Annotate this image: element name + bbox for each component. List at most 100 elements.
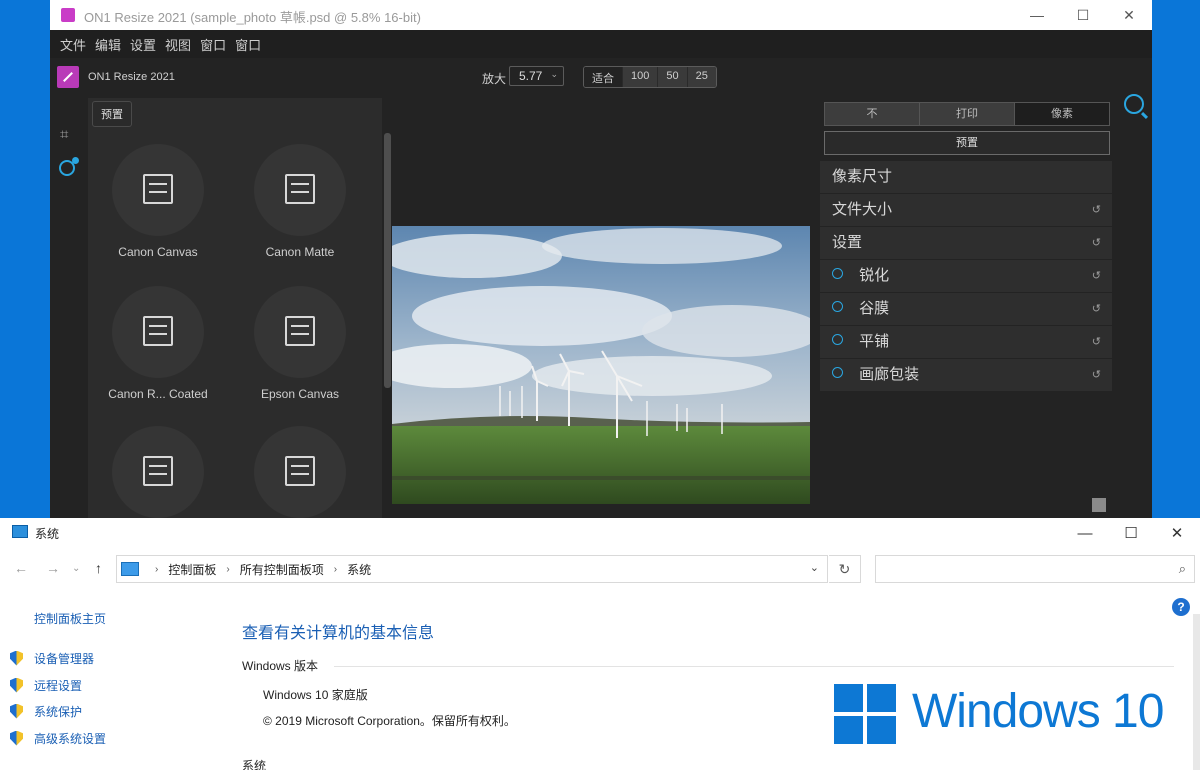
section-file-size[interactable]: 文件大小 ↺ [820,194,1112,226]
enable-radio[interactable] [832,268,843,279]
preset-item[interactable]: Canon R... Coated [88,286,228,401]
forward-arrow-icon[interactable]: → [46,560,60,576]
preset-thumb [112,286,204,378]
tab-none[interactable]: 不 [825,103,919,125]
preset-item[interactable]: Canon Canvas [88,144,228,259]
search-input[interactable]: ⌕ [875,555,1195,583]
preset-thumb [254,286,346,378]
breadcrumb-system[interactable]: 系统 [347,561,371,578]
close-button[interactable]: ✕ [1106,0,1152,30]
preset-thumb [254,426,346,518]
tab-print[interactable]: 打印 [919,103,1014,125]
crop-icon[interactable]: ⌗ [60,126,76,143]
menu-help[interactable]: 窗口 [235,35,261,54]
shield-icon [10,677,23,693]
output-mode-tabs: 不 打印 像素 [824,102,1110,126]
reset-icon[interactable]: ↺ [1092,194,1101,226]
preset-item[interactable] [88,426,228,518]
on1-toolbar: ON1 Resize 2021 放大 5.77 ⌄ 适合 100 50 25 [50,58,1152,114]
preset-settings-icon [143,174,173,204]
reset-icon[interactable]: ↺ [1092,227,1101,259]
section-label: 谷膜 [859,300,890,317]
reset-icon[interactable]: ↺ [1092,260,1101,292]
enable-radio[interactable] [832,334,843,345]
section-pixel-dimensions[interactable]: 像素尺寸 [820,161,1112,193]
preset-item[interactable]: Canon Matte [230,144,370,259]
up-arrow-icon[interactable]: ↑ [95,560,102,576]
section-label: 平铺 [859,333,890,350]
system-protection-link[interactable]: 系统保护 [10,702,82,720]
preset-item[interactable] [230,426,370,518]
link-label: 系统保护 [34,704,83,719]
remote-settings-link[interactable]: 远程设置 [10,676,82,694]
zoom-select[interactable]: 5.77 ⌄ [509,66,564,86]
section-gallery-wrap[interactable]: 画廊包装 ↺ [820,359,1112,391]
preset-label: Epson Canvas [260,387,340,401]
section-film-grain[interactable]: 谷膜 ↺ [820,293,1112,325]
windows-edition-heading: Windows 版本 [242,659,319,673]
on1-window-title: ON1 Resize 2021 (sample_photo 草帳.psd @ 5… [84,10,421,25]
zoom-25-button[interactable]: 25 [686,67,716,87]
section-label: 文件大小 [832,201,893,218]
presets-tab[interactable]: 预置 [92,101,132,127]
history-chevron-icon[interactable]: ⌄ [72,563,80,574]
address-bar[interactable]: › 控制面板 › 所有控制面板项 › 系统 ⌄ [116,555,828,583]
system-window: 系统 — ☐ ✕ ← → ⌄ ↑ › 控制面板 › 所有控制面板项 › 系统 ⌄… [0,518,1200,770]
preset-settings-icon [285,174,315,204]
menu-settings[interactable]: 设置 [130,35,156,54]
copyright-text: © 2019 Microsoft Corporation。保留所有权利。 [263,714,516,728]
enable-radio[interactable] [832,367,843,378]
presets-scrollbar[interactable] [384,133,391,388]
monitor-icon [12,525,28,538]
maximize-button[interactable]: ☐ [1108,520,1154,546]
breadcrumb-control-panel[interactable]: 控制面板 [168,561,216,578]
menu-view[interactable]: 视图 [165,35,191,54]
shield-icon [10,703,23,719]
preset-label: Canon Canvas [118,245,198,259]
tool-strip: ⌗ [50,98,88,518]
section-settings[interactable]: 设置 ↺ [820,227,1112,259]
reset-icon[interactable]: ↺ [1092,293,1101,325]
control-panel-home-link[interactable]: 控制面板主页 [34,610,106,627]
wind-turbine-photo [392,226,810,504]
zoom-50-button[interactable]: 50 [657,67,687,87]
enable-radio[interactable] [832,301,843,312]
minimize-button[interactable]: — [1062,520,1108,546]
device-manager-link[interactable]: 设备管理器 [10,649,94,667]
on1-app-icon [61,8,75,22]
section-sharpen[interactable]: 锐化 ↺ [820,260,1112,292]
advanced-settings-link[interactable]: 高级系统设置 [10,729,106,747]
zoom-100-button[interactable]: 100 [622,67,658,87]
menu-file[interactable]: 文件 [60,35,86,54]
reset-icon[interactable]: ↺ [1092,359,1101,391]
panel-corner-icon[interactable] [1092,498,1106,512]
menu-window[interactable]: 窗口 [200,35,226,54]
breadcrumb-separator-icon: › [333,563,338,575]
breadcrumb-all-items[interactable]: 所有控制面板项 [240,561,324,578]
refresh-button[interactable]: ↻ [829,555,861,583]
menu-edit[interactable]: 编辑 [95,35,121,54]
resize-tool-icon[interactable] [59,157,79,176]
back-arrow-icon[interactable]: ← [14,560,28,576]
help-icon[interactable]: ? [1172,598,1190,616]
minimize-button[interactable]: — [1014,0,1060,30]
chevron-down-icon[interactable]: ⌄ [810,561,819,574]
maximize-button[interactable]: ☐ [1060,0,1106,30]
preset-settings-icon [285,316,315,346]
zoom-fit-button[interactable]: 适合 [584,67,622,87]
system-section-heading: 系统 [242,759,267,770]
zoom-value: 5.77 [519,69,543,83]
close-button[interactable]: ✕ [1154,520,1200,546]
section-tiling[interactable]: 平铺 ↺ [820,326,1112,358]
preset-dropdown-button[interactable]: 预置 [824,131,1110,155]
zoom-tool-icon[interactable] [1124,94,1144,114]
on1-menubar: 文件 编辑 设置 视图 窗口 窗口 [50,30,1152,58]
link-label: 远程设置 [34,678,83,693]
tab-pixels[interactable]: 像素 [1014,103,1109,125]
resize-settings-panel: 不 打印 像素 预置 像素尺寸 文件大小 ↺ 设置 ↺ 锐化 ↺ 谷膜 ↺ 平铺… [820,98,1112,518]
content-scrollbar[interactable] [1193,614,1200,770]
reset-icon[interactable]: ↺ [1092,326,1101,358]
preset-item[interactable]: Epson Canvas [230,286,370,401]
breadcrumb-separator-icon: › [226,563,230,575]
section-divider [334,666,1174,667]
